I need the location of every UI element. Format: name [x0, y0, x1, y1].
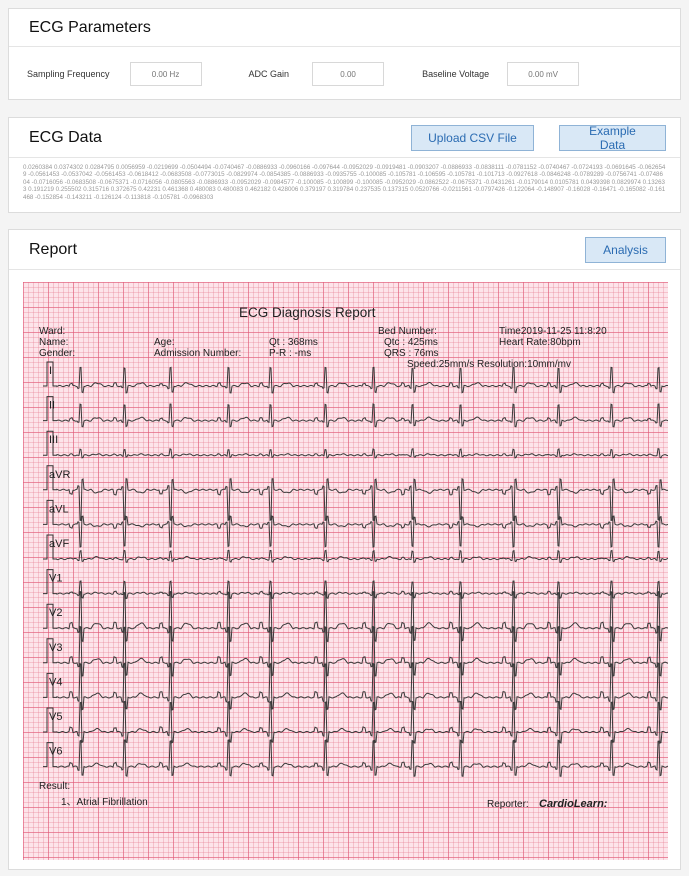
- age-field: Age:: [154, 337, 175, 348]
- ecg-data-title: ECG Data: [29, 128, 102, 146]
- reporter-name: CardioLearn:: [539, 798, 608, 810]
- sampling-frequency-label: Sampling Frequency: [27, 69, 110, 79]
- ecg-parameters-title: ECG Parameters: [29, 18, 151, 36]
- example-data-button[interactable]: Example Data: [559, 124, 666, 152]
- waveform: [56, 700, 668, 744]
- heart-rate-field: Heart Rate:80bpm: [499, 337, 581, 348]
- ecg-traces: IIIIIIaVRaVLaVFV1V2V3V4V5V6: [43, 361, 668, 777]
- reporter-label: Reporter:: [487, 799, 529, 810]
- qtc-field: Qtc : 425ms: [384, 337, 438, 348]
- ecg-data-panel: ECG Data Upload CSV File Example Data 0.…: [8, 117, 681, 213]
- waveform: [56, 549, 668, 564]
- lead-label: V2: [49, 607, 62, 619]
- result-item: 1、Atrial Fibrillation: [61, 797, 148, 808]
- lead-i-trace: I: [43, 361, 668, 394]
- analysis-button[interactable]: Analysis: [585, 236, 666, 263]
- lead-v3-trace: V3: [43, 625, 668, 677]
- report-title: Report: [29, 240, 78, 258]
- name-field: Name:: [39, 337, 69, 348]
- waveform: [56, 580, 668, 600]
- baseline-voltage-input[interactable]: [507, 62, 580, 86]
- ecg-data-text: 0.0260384 0.0374302 0.0284795 0.0056959 …: [23, 164, 666, 201]
- adc-gain-label: ADC Gain: [248, 69, 290, 79]
- lead-label: aVF: [49, 538, 69, 550]
- lead-label: II: [49, 400, 55, 412]
- speed-resolution-field: Speed:25mm/s Resolution:10mm/mv: [407, 359, 571, 370]
- lead-v6-trace: V6: [43, 739, 668, 777]
- lead-label: V3: [49, 642, 62, 654]
- lead-v1-trace: V1: [43, 569, 668, 600]
- lead-label: I: [49, 365, 52, 377]
- result-label: Result:: [39, 781, 71, 792]
- qrs-field: QRS : 76ms: [384, 348, 439, 359]
- lead-label: V5: [49, 711, 62, 723]
- report-doc-title: ECG Diagnosis Report: [239, 305, 376, 320]
- lead-avr-trace: aVR: [43, 465, 668, 522]
- waveform: [56, 625, 668, 677]
- waveform: [56, 590, 668, 643]
- ward-field: Ward:: [39, 326, 66, 337]
- lead-iii-trace: III: [43, 430, 668, 459]
- upload-csv-button[interactable]: Upload CSV File: [411, 124, 534, 151]
- report-header: Report Analysis: [9, 230, 680, 270]
- waveform: [56, 662, 668, 711]
- ecg-data-actions: Upload CSV File Example Data: [411, 124, 666, 152]
- waveform: [56, 403, 668, 428]
- lead-label: V6: [49, 746, 62, 758]
- pr-field: P-R : -ms: [269, 348, 312, 359]
- adc-gain-input[interactable]: [312, 62, 385, 86]
- parameters-row: Sampling Frequency ADC Gain Baseline Vol…: [9, 47, 680, 101]
- lead-avf-trace: aVF: [43, 534, 668, 564]
- lead-label: aVL: [49, 503, 69, 515]
- ecg-report-paper: I II III aVR aVL aVF V1 V2 V3 V4 V5 V6 ECG Diagnosi…: [23, 282, 668, 860]
- waveform: [56, 515, 668, 548]
- admission-number-field: Admission Number:: [154, 348, 242, 359]
- lead-v2-trace: V2: [43, 590, 668, 643]
- timestamp-field: Time2019-11-25 11:8:20: [499, 326, 607, 337]
- waveform: [56, 739, 668, 777]
- lead-v5-trace: V5: [43, 700, 668, 744]
- ecg-parameters-panel: ECG Parameters Sampling Frequency ADC Ga…: [8, 8, 681, 100]
- ecg-data-header: ECG Data Upload CSV File Example Data: [9, 118, 680, 158]
- gender-field: Gender:: [39, 348, 76, 359]
- lead-v4-trace: V4: [43, 662, 668, 711]
- lead-avl-trace: aVL: [43, 499, 668, 548]
- lead-label: III: [49, 434, 58, 446]
- lead-label: aVR: [49, 469, 70, 481]
- bed-number-field: Bed Number:: [378, 326, 437, 337]
- report-panel: Report Analysis I II III aVR aVL aVF V1 V2 V3 V4 V…: [8, 229, 681, 870]
- waveform: [56, 366, 668, 394]
- lead-ii-trace: II: [43, 396, 668, 428]
- waveform: [56, 447, 668, 459]
- baseline-voltage-label: Baseline Voltage: [422, 69, 490, 79]
- ecg-parameters-header: ECG Parameters: [9, 9, 680, 47]
- waveform: [56, 478, 668, 522]
- lead-label: V1: [49, 573, 62, 585]
- sampling-frequency-input[interactable]: [129, 62, 202, 86]
- lead-label: V4: [49, 676, 62, 688]
- qt-field: Qt : 368ms: [269, 337, 318, 348]
